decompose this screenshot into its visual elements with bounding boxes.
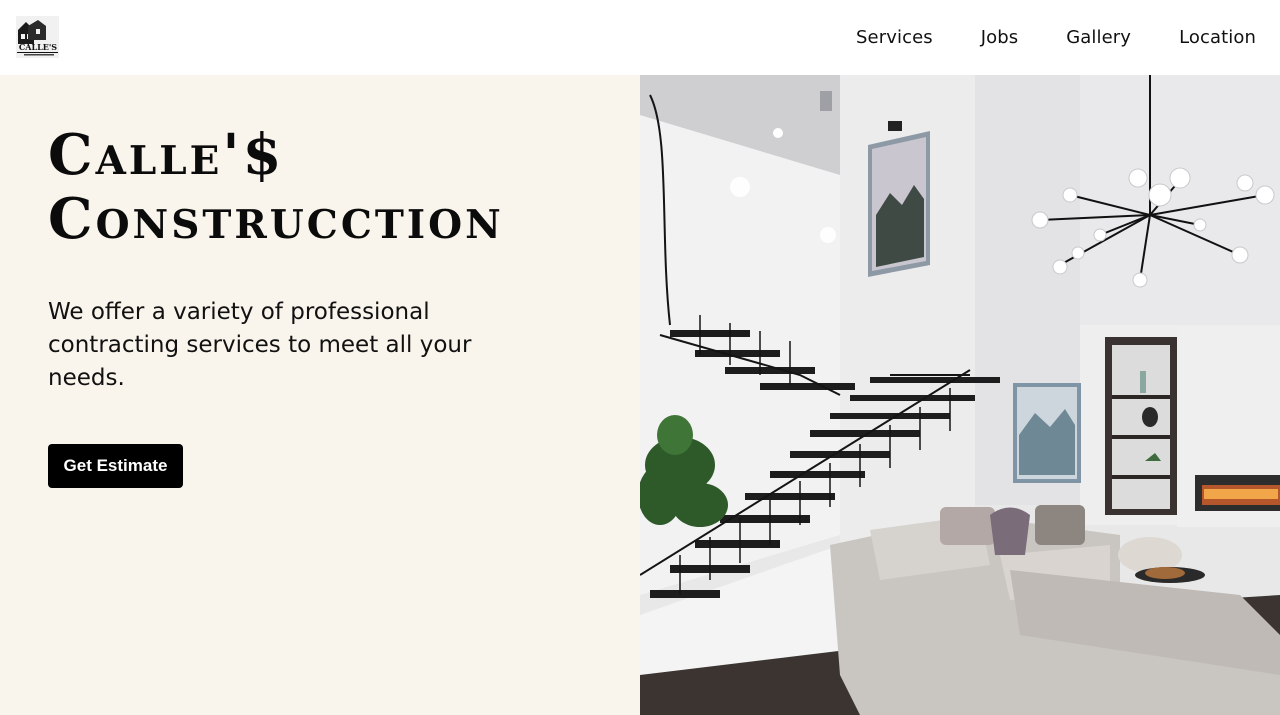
hero-tagline: We offer a variety of professional contr… xyxy=(48,299,472,391)
svg-text:CALLE'S: CALLE'S xyxy=(19,42,57,52)
site-header: CALLE'S Services Jobs Gallery Location xyxy=(0,0,1280,75)
nav-link-location[interactable]: Location xyxy=(1179,27,1256,48)
nav-link-jobs[interactable]: Jobs xyxy=(981,27,1019,48)
get-estimate-button[interactable]: Get Estimate xyxy=(48,444,183,488)
nav-link-gallery[interactable]: Gallery xyxy=(1066,27,1131,48)
company-logo[interactable]: CALLE'S xyxy=(16,16,59,58)
nav-link-services[interactable]: Services xyxy=(856,27,933,48)
hero-image xyxy=(640,75,1280,715)
hero-content: Calle'$ Construcction We offer a variety… xyxy=(0,75,640,715)
title-line-1: Calle'$ xyxy=(48,122,285,188)
main-nav: Services Jobs Gallery Location xyxy=(808,0,1256,75)
title-line-2: Construcction xyxy=(48,186,504,252)
page-title: Calle'$ Construcction xyxy=(48,123,608,251)
